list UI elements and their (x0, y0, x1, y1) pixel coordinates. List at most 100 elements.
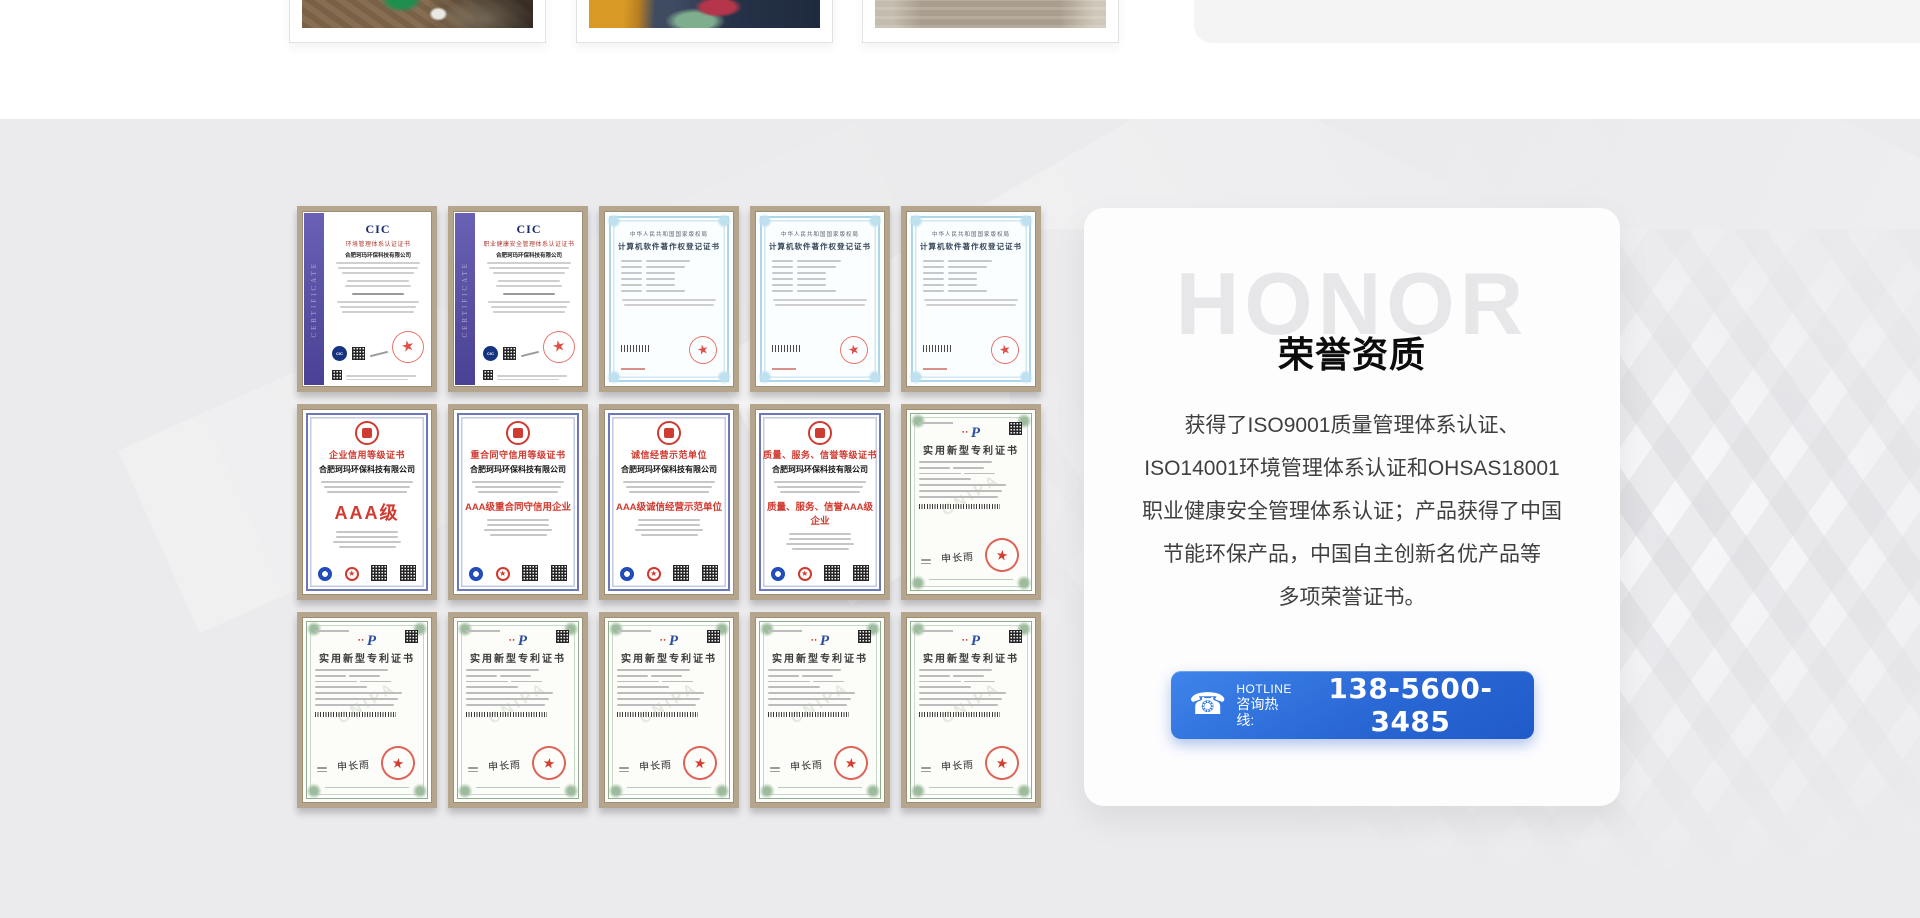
certificate-grid: CERTIFICATE CIC 环境管理体系认证证书 合肥珂玛环保科技有限公司 (297, 206, 1041, 808)
hotline-button[interactable]: ☎ HOTLINE 咨询热线: 138-5600-3485 (1171, 671, 1534, 739)
cic-round-logo: CIC (483, 346, 498, 361)
qr-code-icon (405, 630, 418, 643)
qr-code-icon (1009, 630, 1022, 643)
red-star-seal-icon: ★ (389, 328, 427, 366)
red-star-badge-icon: ★ (345, 567, 359, 581)
qr-code-icon (858, 630, 871, 643)
blue-badge-icon (469, 567, 483, 581)
issuing-authority: 中华人民共和国国家版权局 (764, 230, 876, 238)
certificate-credit-rating: 企业信用等级证书 合肥珂玛环保科技有限公司 AAA级 ★ (297, 404, 437, 600)
barcode-icon (617, 712, 698, 717)
certificate-title: 实用新型专利证书 (613, 650, 725, 665)
certificate-utility-patent: CNIPA P 实用新型专利证书 (750, 612, 890, 808)
award-grade-text: 质量、服务、信誉AAA级企业 (763, 499, 877, 527)
barcode-icon (621, 345, 649, 352)
project-photo-2 (589, 0, 820, 28)
footer-rule (325, 787, 409, 789)
patent-number-line (466, 630, 500, 632)
patent-number-line (919, 422, 953, 424)
footer-rule (627, 787, 711, 789)
barcode-icon (919, 712, 1000, 717)
award-grade-text: AAA级 (310, 499, 424, 525)
project-photo-card-3[interactable] (862, 0, 1119, 43)
description-line: 职业健康安全管理体系认证；产品获得了中国 (1114, 490, 1590, 533)
red-star-seal-icon: ★ (837, 333, 870, 366)
certificate-title: 计算机软件著作权登记证书 (764, 241, 876, 252)
red-emblem-seal-icon: ★ (832, 744, 870, 782)
certificate-side-band: CERTIFICATE (304, 213, 324, 385)
certificate-software-copyright: 中华人民共和国国家版权局 计算机软件著作权登记证书 (750, 206, 890, 392)
qr-code-icon (371, 565, 387, 581)
project-photo-1 (302, 0, 533, 28)
patent-number-line (315, 630, 349, 632)
barcode-icon (772, 345, 800, 352)
qr-code-icon (853, 565, 869, 581)
barcode-icon (923, 345, 951, 352)
cic-round-logo: CIC (332, 346, 347, 361)
footer-rule (778, 787, 862, 789)
cic-logo: CIC (477, 222, 581, 237)
hotline-label-en: HOTLINE (1236, 682, 1292, 696)
red-emblem-icon (506, 421, 530, 445)
signature-line (521, 350, 539, 356)
qr-code-icon (551, 565, 567, 581)
issuing-authority: 中华人民共和国国家版权局 (915, 230, 1027, 238)
red-emblem-icon (355, 421, 379, 445)
qr-code-icon (503, 347, 516, 360)
barcode-icon (466, 712, 547, 717)
signature-line (370, 350, 388, 356)
description-line: 获得了ISO9001质量管理体系认证、 (1114, 404, 1590, 447)
qr-code-icon (400, 565, 416, 581)
top-gallery-strip (0, 0, 1920, 119)
red-star-seal-icon: ★ (686, 333, 719, 366)
project-photo-card-1[interactable] (289, 0, 546, 43)
company-name: 合肥珂玛环保科技有限公司 (310, 464, 424, 475)
certificate-title: 环境管理体系认证证书 (326, 239, 430, 248)
certificate-title: 计算机软件著作权登记证书 (613, 241, 725, 252)
qr-code-icon (522, 565, 538, 581)
description-line: ISO14001环境管理体系认证和OHSAS18001 (1114, 447, 1590, 490)
director-signature: 申长雨 (790, 756, 824, 773)
company-name: 合肥珂玛环保科技有限公司 (763, 464, 877, 475)
qr-code-icon (332, 370, 342, 380)
blue-badge-icon (620, 567, 634, 581)
description-line: 多项荣誉证书。 (1114, 576, 1590, 619)
director-signature: 申长雨 (488, 756, 522, 773)
certificate-side-band: CERTIFICATE (455, 213, 475, 385)
certificate-number (772, 368, 796, 370)
certificate-utility-patent: CNIPA P 实用新型专利证书 (901, 404, 1041, 600)
project-photo-card-2[interactable] (576, 0, 833, 43)
qr-code-icon (707, 630, 720, 643)
certificate-iso: CERTIFICATE CIC 职业健康安全管理体系认证证书 合肥珂玛环保科技有… (448, 206, 588, 392)
director-signature: 申长雨 (337, 756, 371, 773)
qr-code-icon (702, 565, 718, 581)
red-emblem-seal-icon: ★ (530, 744, 568, 782)
qr-code-icon (483, 370, 493, 380)
barcode-icon (315, 712, 396, 717)
certificate-title: 诚信经营示范单位 (612, 448, 726, 461)
patent-number-line (617, 630, 651, 632)
certificate-title: 企业信用等级证书 (310, 448, 424, 461)
honor-section: CERTIFICATE CIC 环境管理体系认证证书 合肥珂玛环保科技有限公司 (0, 119, 1920, 918)
description-line: 节能环保产品，中国自主创新名优产品等 (1114, 533, 1590, 576)
certificate-credit-rating: 质量、服务、信誉等级证书 合肥珂玛环保科技有限公司 质量、服务、信誉AAA级企业… (750, 404, 890, 600)
company-name: 合肥珂玛环保科技有限公司 (461, 464, 575, 475)
project-photo-3 (875, 0, 1106, 28)
certificate-title: 实用新型专利证书 (915, 650, 1027, 665)
certificate-title: 实用新型专利证书 (915, 442, 1027, 457)
certificate-utility-patent: CNIPA P 实用新型专利证书 (297, 612, 437, 808)
page: CERTIFICATE CIC 环境管理体系认证证书 合肥珂玛环保科技有限公司 (0, 0, 1920, 918)
red-star-badge-icon: ★ (496, 567, 510, 581)
qr-code-icon (673, 565, 689, 581)
issuing-authority: 中华人民共和国国家版权局 (613, 230, 725, 238)
director-signature: 申长雨 (941, 548, 975, 565)
footer-rule (476, 787, 560, 789)
certificate-credit-rating: 重合同守信用等级证书 合肥珂玛环保科技有限公司 AAA级重合同守信用企业 ★ (448, 404, 588, 600)
certificate-utility-patent: CNIPA P 实用新型专利证书 (448, 612, 588, 808)
red-emblem-seal-icon: ★ (983, 744, 1021, 782)
honor-card: HONOR 荣誉资质 获得了ISO9001质量管理体系认证、 ISO14001环… (1084, 208, 1620, 806)
qr-code-icon (824, 565, 840, 581)
red-star-seal-icon: ★ (988, 333, 1021, 366)
red-star-badge-icon: ★ (647, 567, 661, 581)
director-signature: 申长雨 (941, 756, 975, 773)
